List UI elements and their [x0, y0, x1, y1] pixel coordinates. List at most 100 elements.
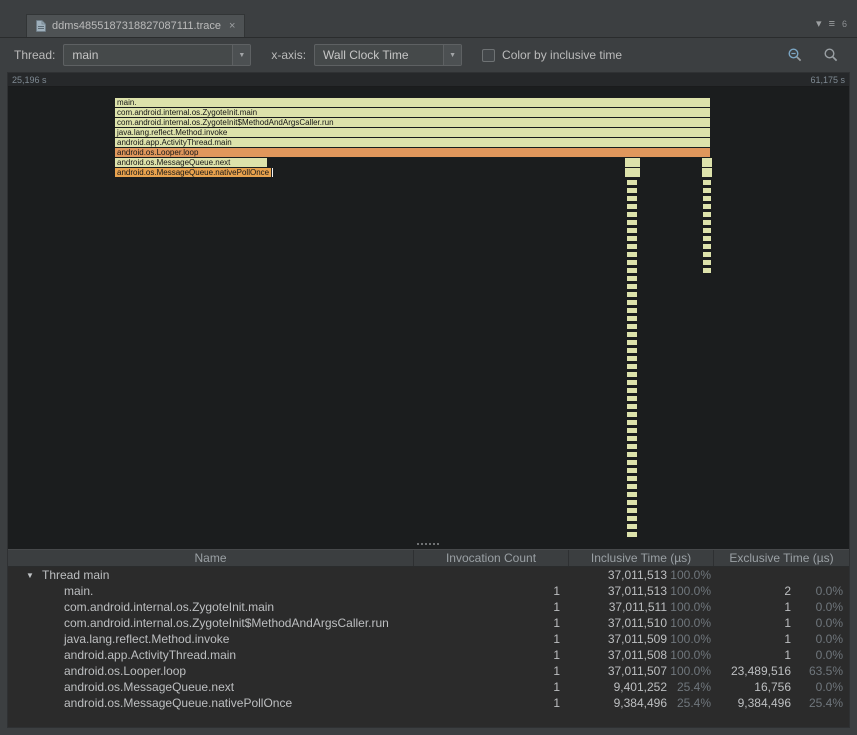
exclusive-time-value: 16,756	[754, 680, 791, 694]
table-row[interactable]: java.lang.reflect.Method.invoke 1 37,011,5…	[8, 631, 849, 647]
exclusive-time-value: 1	[784, 632, 791, 646]
time-range-start: 25,196 s	[12, 75, 47, 85]
invocation-count-value: 1	[553, 600, 560, 614]
inclusive-time-value: 37,011,513	[607, 568, 667, 582]
table-row[interactable]: ▼ Thread main 37,011,513 100.0%	[8, 567, 849, 583]
table-row[interactable]: android.os.MessageQueue.next 1 9,401,252 25…	[8, 679, 849, 695]
editor-tab-trace[interactable]: ddms4855187318827087111.trace ×	[26, 14, 246, 37]
flame-frame[interactable]: java.lang.reflect.Method.invoke	[115, 128, 710, 137]
inclusive-time-percent: 100.0%	[670, 568, 711, 582]
checkbox-label[interactable]: Color by inclusive time	[502, 48, 622, 62]
exclusive-time-value: 9,384,496	[737, 696, 791, 710]
exclusive-time-percent: 25.4%	[808, 696, 843, 710]
xaxis-label: x-axis:	[271, 48, 307, 62]
traceview-window: ddms4855187318827087111.trace × ▾ ≡ 6 Th…	[0, 0, 857, 735]
inclusive-time-percent: 100.0%	[670, 648, 711, 662]
tab-bar-actions: ▾ ≡ 6	[816, 18, 847, 30]
xaxis-select[interactable]: Wall Clock Time ▼	[314, 44, 463, 66]
table-header: Name Invocation Count Inclusive Time (µs…	[8, 549, 849, 567]
table-body: ▼ Thread main 37,011,513 100.0% main. 1 37,011…	[8, 567, 849, 727]
method-name: android.os.MessageQueue.next	[64, 680, 235, 694]
color-by-inclusive-checkbox[interactable]: Color by inclusive time	[482, 48, 622, 62]
toolbar: Thread: main ▼ x-axis: Wall Clock Time ▼…	[0, 38, 857, 72]
column-header-exclusive-time[interactable]: Exclusive Time (µs)	[713, 550, 849, 566]
chevron-down-icon[interactable]: ▼	[443, 45, 462, 65]
thread-select[interactable]: main ▼	[63, 44, 252, 66]
checkbox-box[interactable]	[482, 48, 496, 62]
exclusive-time-value: 2	[784, 584, 791, 598]
time-range-end: 61,175 s	[810, 75, 845, 85]
xaxis-value: Wall Clock Time	[323, 48, 409, 62]
inclusive-time-value: 37,011,508	[607, 648, 667, 662]
flame-chart[interactable]: main. com.android.internal.os.ZygoteInit.…	[8, 87, 849, 549]
editor-tab-bar: ddms4855187318827087111.trace × ▾ ≡ 6	[0, 0, 857, 38]
tab-list-icon[interactable]: ≡	[829, 18, 835, 30]
flame-frame[interactable]: com.android.internal.os.ZygoteInit$Metho…	[115, 118, 710, 127]
method-name: android.os.Looper.loop	[64, 664, 187, 678]
table-row[interactable]: android.os.Looper.loop 1 37,011,507 100.0% 2…	[8, 663, 849, 679]
flame-call-block[interactable]	[625, 168, 640, 177]
inclusive-time-percent: 25.4%	[676, 680, 711, 694]
exclusive-time-percent: 0.0%	[815, 648, 843, 662]
close-icon[interactable]: ×	[229, 20, 235, 32]
inclusive-time-percent: 100.0%	[670, 664, 711, 678]
thread-label: Thread:	[14, 48, 56, 62]
inclusive-time-value: 37,011,507	[607, 664, 667, 678]
splitter-grip[interactable]	[416, 543, 419, 545]
invocation-count-value: 1	[553, 616, 560, 630]
flame-call-block[interactable]	[702, 168, 712, 177]
flame-frame[interactable]: com.android.internal.os.ZygoteInit.main	[115, 108, 710, 117]
table-row[interactable]: com.android.internal.os.ZygoteInit.main 1…	[8, 599, 849, 615]
method-name: com.android.internal.os.ZygoteInit$Metho…	[64, 616, 389, 630]
tab-title: ddms4855187318827087111.trace	[52, 20, 222, 32]
inclusive-time-percent: 100.0%	[670, 600, 711, 614]
invocation-count-value: 1	[553, 664, 560, 678]
flame-call-column[interactable]	[627, 180, 637, 540]
table-row[interactable]: android.os.MessageQueue.nativePollOnce 1 9…	[8, 695, 849, 711]
inclusive-time-value: 37,011,509	[607, 632, 667, 646]
method-name: android.os.MessageQueue.nativePollOnce	[64, 696, 293, 710]
exclusive-time-value: 23,489,516	[730, 664, 791, 678]
flame-frame[interactable]: android.app.ActivityThread.main	[115, 138, 710, 147]
column-header-inclusive-time[interactable]: Inclusive Time (µs)	[568, 550, 713, 566]
flame-call-column[interactable]	[703, 180, 711, 274]
method-name: main.	[64, 584, 94, 598]
inclusive-time-value: 9,401,252	[613, 680, 667, 694]
flame-call-block[interactable]	[625, 158, 640, 167]
toolbar-tools	[787, 47, 843, 63]
column-header-name[interactable]: Name	[8, 550, 413, 566]
inclusive-time-value: 37,011,513	[607, 584, 667, 598]
flame-frame[interactable]: android.os.Looper.loop	[115, 148, 710, 157]
exclusive-time-value: 1	[784, 616, 791, 630]
method-name: java.lang.reflect.Method.invoke	[64, 632, 230, 646]
table-row[interactable]: main. 1 37,011,513 100.0% 2 0.0%	[8, 583, 849, 599]
exclusive-time-percent: 0.0%	[815, 584, 843, 598]
chevron-down-icon[interactable]: ▼	[232, 45, 251, 65]
zoom-out-icon[interactable]	[787, 47, 803, 63]
table-row[interactable]: com.android.internal.os.ZygoteInit$Metho…	[8, 615, 849, 631]
trace-panel: 25,196 s 61,175 s main. com.android.inter…	[7, 72, 850, 728]
trace-file-icon	[36, 20, 46, 32]
inclusive-time-value: 37,011,510	[607, 616, 667, 630]
time-ruler[interactable]: 25,196 s 61,175 s	[8, 73, 849, 87]
exclusive-time-percent: 0.0%	[815, 616, 843, 630]
flame-frame[interactable]: main.	[115, 98, 710, 107]
inclusive-time-percent: 100.0%	[670, 632, 711, 646]
invocation-count-value: 1	[553, 696, 560, 710]
text-caret	[272, 168, 273, 177]
exclusive-time-percent: 0.0%	[815, 632, 843, 646]
flame-frame[interactable]: android.os.MessageQueue.next	[115, 158, 267, 167]
hidden-tabs-count: 6	[841, 19, 847, 29]
exclusive-time-value: 1	[784, 600, 791, 614]
invocation-count-value: 1	[553, 584, 560, 598]
table-row[interactable]: android.app.ActivityThread.main 1 37,011,5…	[8, 647, 849, 663]
invocation-count-value: 1	[553, 680, 560, 694]
search-icon[interactable]	[823, 47, 839, 63]
flame-frame[interactable]: android.os.MessageQueue.nativePollOnce	[115, 168, 271, 177]
flame-call-block[interactable]	[702, 158, 712, 167]
exclusive-time-percent: 0.0%	[815, 680, 843, 694]
inclusive-time-percent: 100.0%	[670, 584, 711, 598]
column-header-invocation-count[interactable]: Invocation Count	[413, 550, 568, 566]
expander-icon[interactable]: ▼	[26, 571, 36, 580]
chevron-down-icon[interactable]: ▾	[816, 18, 822, 30]
